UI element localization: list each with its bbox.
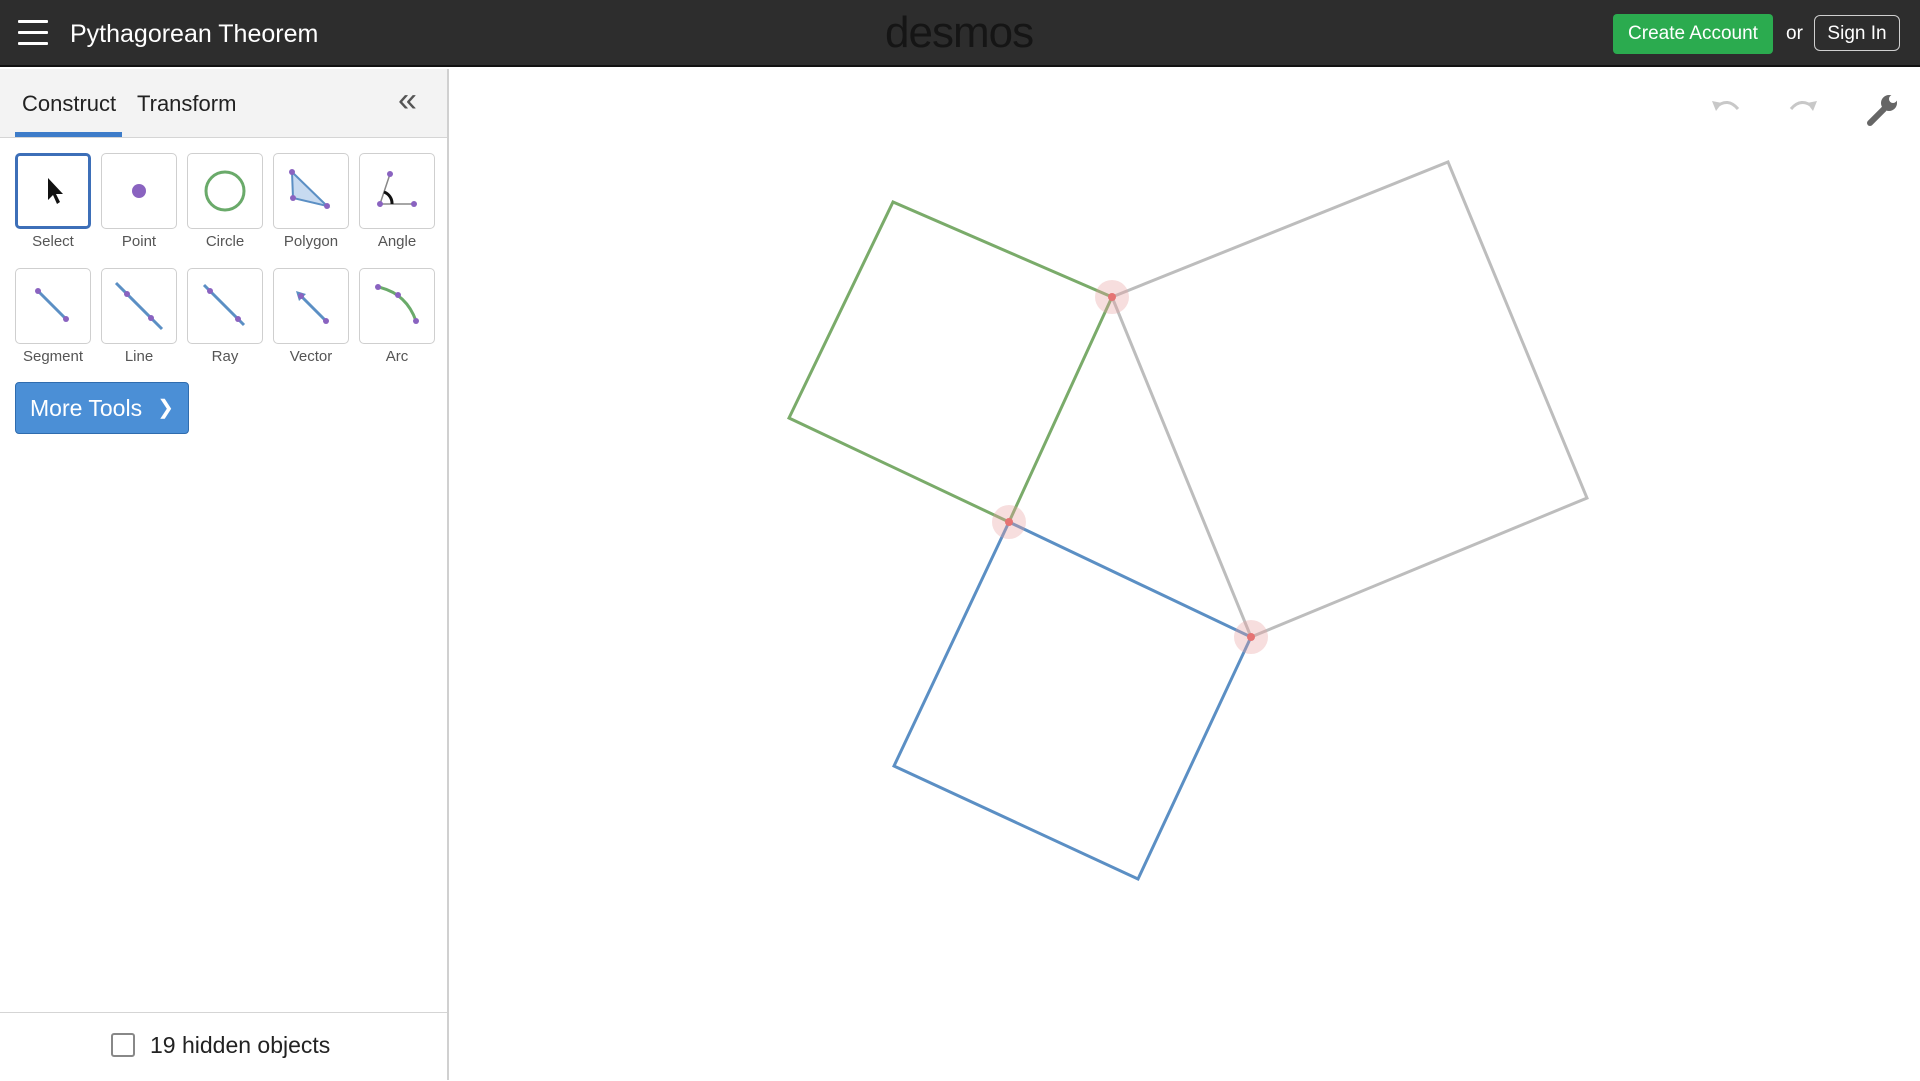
tool-label: Select (32, 233, 74, 250)
tool-label: Ray (211, 348, 239, 365)
tool-circle[interactable] (187, 153, 263, 229)
square-green (786, 200, 1115, 525)
ray-icon (202, 283, 246, 327)
square-blue (891, 519, 1253, 881)
tool-label: Line (124, 348, 154, 365)
tool-label: Angle (377, 233, 417, 250)
create-account-button[interactable]: Create Account (1613, 14, 1773, 54)
brand-logo: desmos (885, 8, 1034, 57)
hidden-objects-row: 19 hidden objects (0, 1012, 447, 1081)
polygon-icon (289, 169, 331, 209)
tool-label: Segment (22, 348, 84, 365)
hidden-objects-checkbox[interactable] (111, 1033, 135, 1057)
page-title: Pythagorean Theorem (70, 20, 319, 48)
tool-angle[interactable] (359, 153, 435, 229)
circle-icon (204, 170, 246, 212)
line-icon (114, 281, 164, 331)
menu-icon[interactable] (18, 20, 48, 46)
tool-panel: Construct Transform « Select Point Circl… (0, 69, 449, 1080)
tool-label: Circle (205, 233, 245, 250)
collapse-panel-icon[interactable]: « (398, 83, 417, 117)
or-text: or (1786, 23, 1803, 44)
more-tools-label: More Tools (30, 395, 143, 421)
tool-vector[interactable] (273, 268, 349, 344)
square-gray (1110, 160, 1589, 639)
construction-drawing (786, 160, 1589, 881)
vertex-point-core (1005, 518, 1013, 526)
tool-ray[interactable] (187, 268, 263, 344)
chevron-down-icon: ❯ (157, 397, 174, 419)
tool-label: Point (121, 233, 157, 250)
pointer-icon (48, 178, 63, 204)
tab-construct[interactable]: Construct (22, 91, 116, 117)
top-bar: Pythagorean Theorem desmos Create Accoun… (0, 0, 1920, 67)
tool-arc[interactable] (359, 268, 435, 344)
tool-label: Arc (385, 348, 409, 365)
tool-polygon[interactable] (273, 153, 349, 229)
point-icon (132, 184, 146, 198)
tool-point[interactable] (101, 153, 177, 229)
wrench-icon[interactable] (1862, 89, 1902, 129)
vertex-point-core (1247, 633, 1255, 641)
active-tab-indicator (15, 132, 122, 137)
tool-select[interactable] (15, 153, 91, 229)
segment-icon (35, 288, 69, 322)
hidden-objects-label: 19 hidden objects (150, 1032, 331, 1058)
vector-icon (296, 291, 329, 324)
undo-icon[interactable] (1706, 89, 1746, 129)
arc-icon (375, 284, 419, 324)
tool-label: Polygon (283, 233, 339, 250)
tab-transform[interactable]: Transform (137, 91, 236, 117)
more-tools-button[interactable]: More Tools ❯ (15, 382, 189, 434)
sign-in-button[interactable]: Sign In (1814, 15, 1900, 51)
angle-icon (377, 171, 417, 207)
tool-tabs: Construct Transform « (0, 69, 447, 138)
geometry-canvas[interactable] (449, 69, 1920, 1080)
tool-line[interactable] (101, 268, 177, 344)
tool-label: Vector (289, 348, 333, 365)
redo-icon[interactable] (1783, 89, 1823, 129)
tool-segment[interactable] (15, 268, 91, 344)
vertex-point-core (1108, 293, 1116, 301)
